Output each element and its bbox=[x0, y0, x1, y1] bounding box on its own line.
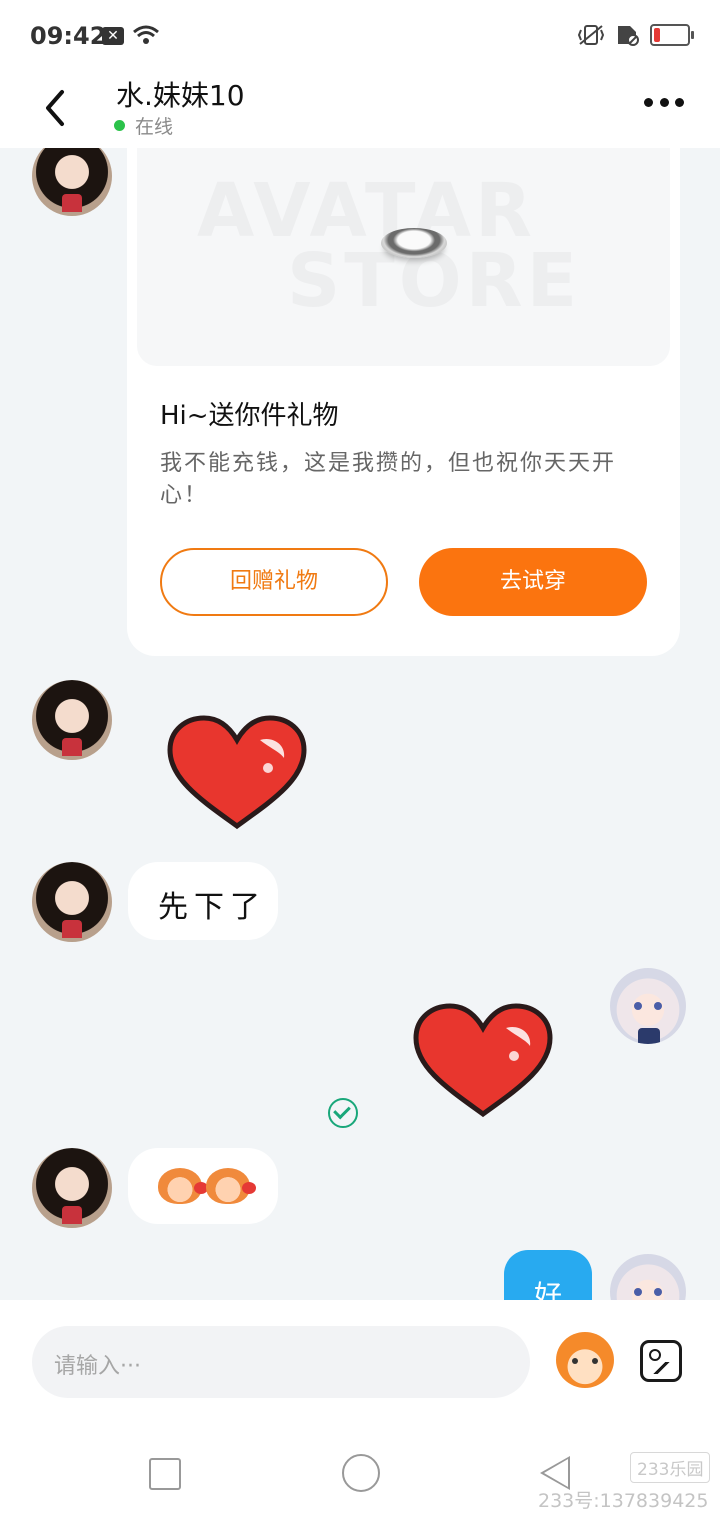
try-on-button[interactable]: 去试穿 bbox=[419, 548, 647, 616]
message-bubble[interactable] bbox=[128, 1148, 278, 1224]
input-placeholder: 请输入··· bbox=[54, 1354, 141, 1379]
kiss-emoji-icon bbox=[206, 1168, 256, 1204]
system-nav-bar: 233乐园 233号:137839425 bbox=[0, 1420, 720, 1520]
contact-avatar[interactable] bbox=[32, 862, 112, 942]
gift-image: AVATAR STORE bbox=[137, 148, 670, 366]
contact-name: 水.妹妹10 bbox=[116, 79, 245, 112]
message-list[interactable]: AVATAR STORE Hi~送你件礼物 我不能充钱，这是我攒的，但也祝你天天… bbox=[0, 148, 720, 1300]
contact-avatar[interactable] bbox=[32, 1148, 112, 1228]
message-bubble[interactable]: 好 bbox=[504, 1250, 592, 1300]
gift-title: Hi~送你件礼物 bbox=[160, 401, 339, 431]
gift-item-image bbox=[381, 228, 447, 258]
home-button[interactable] bbox=[342, 1454, 380, 1492]
online-status-label: 在线 bbox=[135, 116, 174, 138]
back-arrow-icon[interactable] bbox=[36, 80, 76, 136]
vibrate-icon bbox=[577, 25, 605, 45]
x-icon: ✕ bbox=[102, 27, 124, 45]
sent-check-icon bbox=[328, 1098, 358, 1128]
image-picker-icon[interactable] bbox=[640, 1340, 682, 1382]
store-watermark: STORE bbox=[287, 238, 582, 324]
return-gift-button[interactable]: 回赠礼物 bbox=[160, 548, 388, 616]
more-options-button[interactable] bbox=[644, 92, 684, 112]
my-avatar[interactable] bbox=[610, 1254, 686, 1300]
heart-sticker[interactable] bbox=[164, 714, 310, 832]
recents-button[interactable] bbox=[149, 1458, 181, 1490]
watermark-logo: 233乐园 bbox=[630, 1452, 711, 1483]
input-bar: 请输入··· bbox=[0, 1300, 720, 1420]
gift-card[interactable]: AVATAR STORE Hi~送你件礼物 我不能充钱，这是我攒的，但也祝你天天… bbox=[127, 148, 680, 656]
status-time: 09:42 bbox=[30, 22, 107, 50]
sim-off-icon bbox=[618, 26, 639, 46]
dot-icon bbox=[675, 97, 684, 107]
online-status: 在线 bbox=[114, 112, 173, 139]
status-bar: 09:42 ✕ bbox=[0, 0, 720, 70]
battery-low-icon bbox=[650, 24, 694, 46]
contact-avatar[interactable] bbox=[32, 148, 112, 216]
kiss-emoji-icon bbox=[158, 1168, 208, 1204]
contact-avatar[interactable] bbox=[32, 680, 112, 760]
message-input[interactable]: 请输入··· bbox=[32, 1326, 530, 1398]
wifi-icon bbox=[133, 25, 159, 44]
watermark-id: 233号:137839425 bbox=[538, 1490, 709, 1512]
chat-header: 水.妹妹10 在线 bbox=[0, 70, 720, 148]
emoji-button[interactable] bbox=[556, 1332, 614, 1388]
status-icons bbox=[576, 24, 694, 46]
heart-sticker[interactable] bbox=[410, 1002, 556, 1120]
message-bubble[interactable]: 先下了 bbox=[128, 862, 278, 940]
dot-icon bbox=[644, 97, 653, 107]
gift-description: 我不能充钱，这是我攒的，但也祝你天天开心！ bbox=[160, 451, 617, 508]
online-dot-icon bbox=[114, 120, 125, 131]
message-text: 先下了 bbox=[158, 890, 266, 925]
message-text: 好 bbox=[534, 1279, 563, 1300]
store-watermark: AVATAR bbox=[197, 168, 537, 254]
dot-icon bbox=[659, 97, 669, 107]
my-avatar[interactable] bbox=[610, 968, 686, 1044]
